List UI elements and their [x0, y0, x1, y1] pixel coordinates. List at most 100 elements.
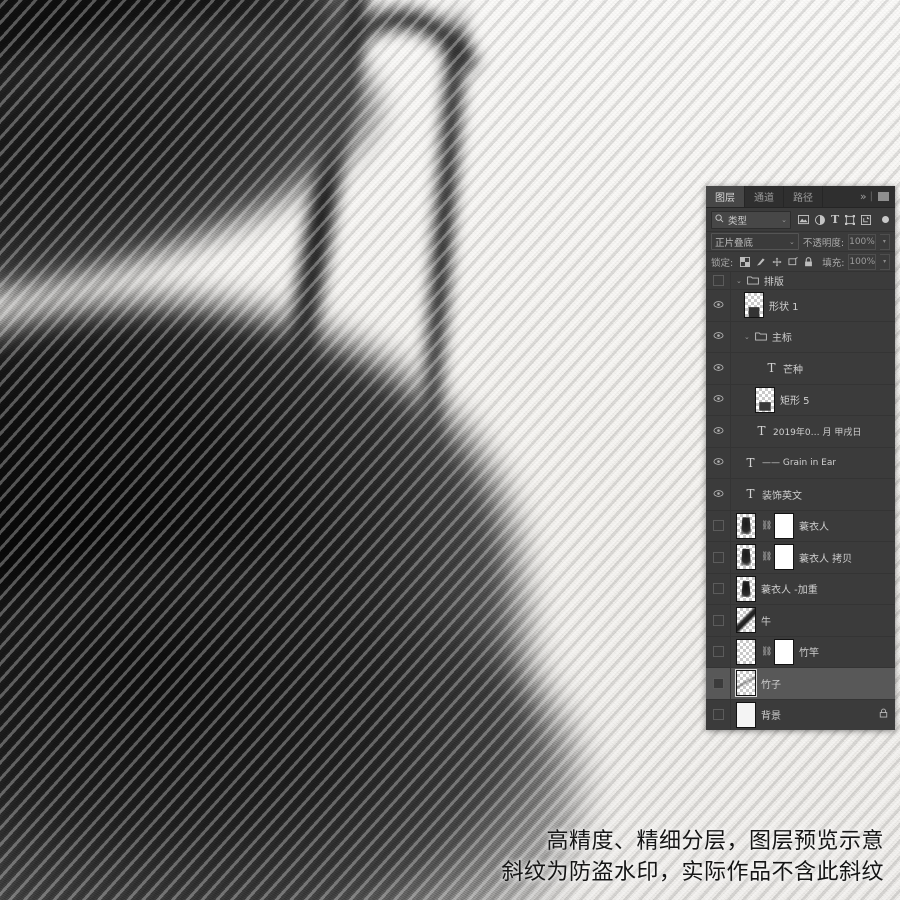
layer-row-niu[interactable]: 牛: [706, 605, 895, 637]
blend-mode-select[interactable]: 正片叠底 ⌄: [711, 233, 799, 250]
layer-row-zhuzi[interactable]: 竹子: [706, 668, 895, 700]
layer-content: ⌄ 主标: [731, 329, 888, 344]
visibility-toggle[interactable]: [706, 510, 731, 541]
fill-input[interactable]: 100%: [848, 253, 877, 270]
layer-content: 竹子: [731, 669, 888, 698]
layer-row-decorative-english[interactable]: T 装饰英文: [706, 479, 895, 511]
visibility-off-icon: [712, 709, 724, 721]
shape-filter-icon[interactable]: [845, 214, 856, 225]
layer-mask-thumbnail[interactable]: [774, 512, 794, 539]
visibility-toggle[interactable]: [706, 699, 731, 730]
screenshot-canvas: 高精度、精细分层，图层预览示意 斜纹为防盗水印，实际作品不含此斜纹 图层 通道 …: [0, 0, 900, 900]
layer-name: 蓑衣人 拷贝: [799, 553, 853, 565]
layer-name: 竹竿: [799, 648, 819, 660]
fill-label: 填充:: [822, 257, 845, 269]
lock-transparent-pixels-icon[interactable]: [740, 256, 751, 267]
lock-all-icon[interactable]: [804, 256, 813, 267]
opacity-stepper-icon[interactable]: ▾: [879, 233, 890, 250]
visibility-off-icon: [712, 583, 724, 595]
layer-thumbnail[interactable]: [736, 701, 756, 728]
visibility-toggle[interactable]: [706, 447, 731, 478]
layer-name: 蓑衣人 -加重: [761, 585, 818, 597]
visibility-toggle[interactable]: [706, 384, 731, 415]
visibility-off-icon: [712, 520, 724, 532]
layer-row-mangzhong[interactable]: T 芒种: [706, 353, 895, 385]
layer-row-suoyiren-copy[interactable]: ⛓ 蓑衣人 拷贝: [706, 542, 895, 574]
layer-row-paiban[interactable]: ⌄ 排版: [706, 272, 895, 290]
layer-thumbnail[interactable]: [744, 292, 764, 319]
visibility-toggle[interactable]: [706, 605, 731, 636]
lock-position-icon[interactable]: [772, 256, 782, 267]
visibility-toggle[interactable]: [706, 479, 731, 510]
visibility-toggle[interactable]: [706, 272, 731, 289]
visibility-toggle[interactable]: [706, 321, 731, 352]
layer-name: 形状 1: [769, 301, 799, 313]
filter-type-select[interactable]: 类型 ⌄: [711, 210, 791, 229]
layer-thumbnail[interactable]: [735, 669, 757, 698]
layer-name: 2019年0… 月 甲戌日: [773, 427, 862, 438]
visibility-toggle[interactable]: [706, 353, 731, 384]
chevron-down-icon: ⌄: [781, 215, 787, 224]
blend-mode-row: 正片叠底 ⌄ 不透明度: 100% ▾: [706, 232, 895, 252]
pixel-filter-icon[interactable]: [798, 214, 809, 225]
layer-thumbnail[interactable]: [736, 575, 756, 602]
adjustment-filter-icon[interactable]: [815, 214, 825, 225]
layer-thumbnail[interactable]: [736, 638, 756, 665]
eye-icon: [713, 363, 724, 374]
layer-row-zhubiao-group[interactable]: ⌄ 主标: [706, 321, 895, 353]
layer-thumbnail[interactable]: [755, 386, 775, 413]
layer-row-suoyiren-jiazhong[interactable]: 蓑衣人 -加重: [706, 573, 895, 605]
layer-row-date-text[interactable]: T 2019年0… 月 甲戌日: [706, 416, 895, 448]
link-icon[interactable]: ⛓: [761, 521, 772, 531]
lock-label: 锁定:: [711, 257, 734, 269]
opacity-input[interactable]: 100%: [848, 233, 876, 250]
visibility-toggle[interactable]: [706, 573, 731, 604]
layer-thumbnail[interactable]: [736, 544, 756, 571]
smart-object-filter-icon[interactable]: [861, 214, 872, 225]
layer-row-background[interactable]: 背景: [706, 699, 895, 730]
link-icon[interactable]: ⛓: [761, 647, 772, 657]
layer-content: T 芒种: [731, 361, 888, 376]
layer-name: 装饰英文: [762, 490, 802, 502]
visibility-off-icon: [712, 677, 724, 689]
visibility-toggle[interactable]: [706, 416, 731, 447]
tab-bar-spacer: [823, 186, 854, 207]
link-icon[interactable]: ⛓: [761, 552, 772, 562]
layer-name: 背景: [761, 711, 781, 723]
tab-layers[interactable]: 图层: [706, 186, 745, 207]
layer-name: 排版: [763, 277, 784, 288]
filter-toggle-icon[interactable]: [882, 216, 889, 223]
layer-row-grain-in-ear[interactable]: T —— Grain in Ear: [706, 447, 895, 479]
tab-paths[interactable]: 路径: [784, 186, 823, 207]
layer-row-suoyiren[interactable]: ⛓ 蓑衣人: [706, 510, 895, 542]
lock-image-pixels-icon[interactable]: [756, 257, 766, 267]
collapse-panel-icon[interactable]: »: [860, 190, 867, 203]
tab-channels[interactable]: 通道: [745, 186, 784, 207]
lock-artboard-nesting-icon[interactable]: [788, 256, 798, 267]
layer-row-xingzhuang-1[interactable]: 形状 1: [706, 290, 895, 322]
type-filter-icon[interactable]: T: [831, 213, 839, 226]
thumbnail-art: [740, 548, 752, 566]
fill-stepper-icon[interactable]: ▾: [880, 253, 890, 270]
layers-list: ⌄ 排版 形状 1 ⌄ 主标 T 芒种 矩形 5 T 2019年0… 月 甲戌日…: [706, 272, 895, 730]
caption-line-2: 斜纹为防盗水印，实际作品不含此斜纹: [501, 860, 884, 885]
layer-row-zhugan[interactable]: ⛓ 竹竿: [706, 636, 895, 668]
visibility-toggle[interactable]: [706, 636, 731, 667]
layer-mask-thumbnail[interactable]: [774, 638, 794, 665]
layer-name: 矩形 5: [780, 396, 810, 408]
layer-row-juxing-5[interactable]: 矩形 5: [706, 384, 895, 416]
visibility-off-icon: [712, 646, 724, 658]
visibility-toggle[interactable]: [706, 668, 731, 699]
layer-thumbnail[interactable]: [736, 607, 756, 634]
visibility-toggle[interactable]: [706, 290, 731, 321]
panel-menu-icon[interactable]: [878, 192, 889, 201]
visibility-toggle[interactable]: [706, 542, 731, 573]
layer-content: 背景: [731, 701, 888, 728]
chevron-down-icon[interactable]: ⌄: [744, 333, 750, 341]
layer-mask-thumbnail[interactable]: [774, 544, 794, 571]
chevron-down-icon[interactable]: ⌄: [736, 277, 742, 285]
lock-row: 锁定: 填充: 100% ▾: [706, 252, 895, 272]
blend-mode-value: 正片叠底: [715, 237, 754, 249]
visibility-off-icon: [712, 275, 724, 286]
layer-thumbnail[interactable]: [736, 512, 756, 539]
